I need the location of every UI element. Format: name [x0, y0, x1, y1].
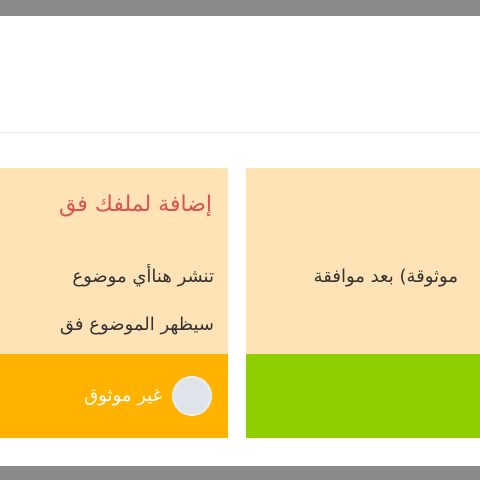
- header-divider: [0, 132, 480, 133]
- card-description-line-1: موثوقة) بعد موافقة: [313, 266, 458, 287]
- card-description-line-1: تنشر هناأي موضوع: [72, 266, 214, 287]
- card-description-line-2: سيظهر الموضوع فق: [59, 314, 214, 335]
- status-label: غير موثوق: [84, 385, 162, 406]
- unverified-option[interactable]: غير موثوق: [84, 376, 212, 416]
- window-top-frame: [0, 0, 480, 16]
- radio-circle-icon[interactable]: [172, 376, 212, 416]
- card-footer-unverified: غير موثوق: [0, 354, 228, 438]
- card-footer-verified: [246, 354, 480, 438]
- page-content: إضافة لملفك فق تنشر هناأي موضوع سيظهر ال…: [0, 16, 480, 466]
- card-title: إضافة لملفك فق: [58, 192, 212, 217]
- unverified-card: إضافة لملفك فق تنشر هناأي موضوع سيظهر ال…: [0, 168, 228, 438]
- window-bottom-frame: [0, 466, 480, 480]
- verified-card: موثوقة) بعد موافقة: [246, 168, 480, 438]
